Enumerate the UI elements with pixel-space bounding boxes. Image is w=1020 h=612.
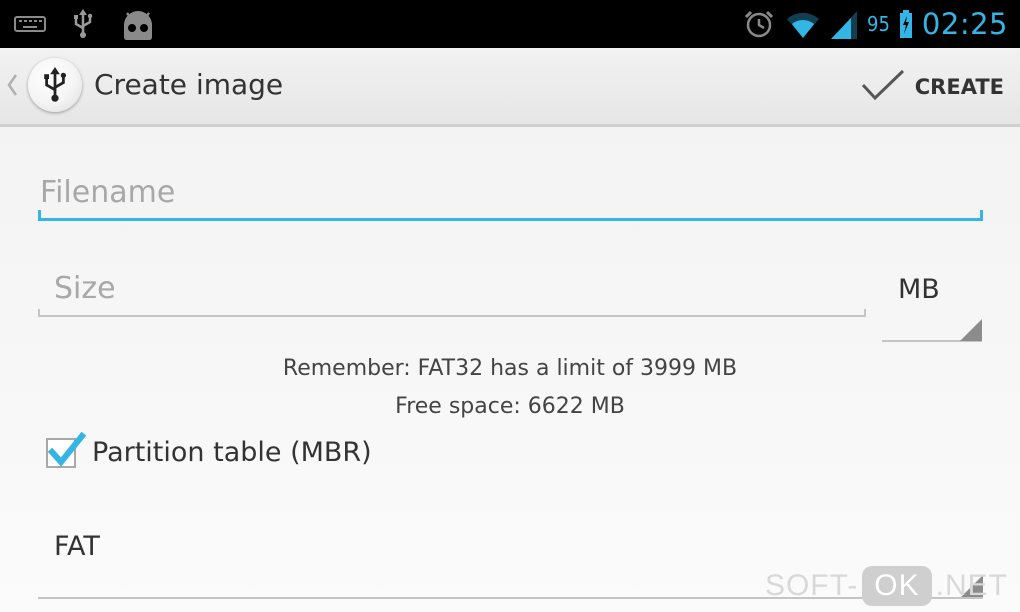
android-robot-icon bbox=[120, 7, 156, 41]
watermark-left: SOFT- bbox=[764, 569, 859, 602]
usb-icon bbox=[72, 9, 94, 39]
fat32-limit-hint: Remember: FAT32 has a limit of 3999 MB bbox=[282, 356, 738, 381]
size-underline-left-tick bbox=[38, 309, 40, 317]
app-icon-usb[interactable] bbox=[28, 58, 82, 112]
spinner-corner-icon bbox=[960, 319, 982, 341]
action-bar: Create image CREATE bbox=[0, 48, 1020, 127]
filename-underline bbox=[38, 218, 983, 221]
watermark-right: .NET bbox=[935, 569, 1008, 602]
keyboard-icon bbox=[14, 15, 46, 33]
size-unit-value: MB bbox=[898, 274, 940, 305]
checkmark-icon bbox=[861, 69, 905, 105]
signal-icon bbox=[831, 9, 858, 39]
partition-table-checkbox-row[interactable]: Partition table (MBR) bbox=[46, 431, 372, 468]
free-space-text: Free space: 6622 MB bbox=[395, 394, 625, 419]
create-image-form: MB Remember: FAT32 has a limit of 3999 M… bbox=[0, 127, 1020, 612]
partition-table-checkbox[interactable] bbox=[46, 431, 86, 468]
size-input[interactable] bbox=[54, 271, 844, 306]
filesystem-value: FAT bbox=[54, 531, 100, 562]
page-title: Create image bbox=[94, 68, 284, 101]
size-underline-right-tick bbox=[864, 309, 866, 317]
wifi-icon bbox=[785, 9, 821, 39]
filename-underline-left-tick bbox=[38, 210, 41, 221]
status-bar: 95 02:25 bbox=[0, 0, 1020, 48]
battery-icon bbox=[899, 10, 912, 38]
clock: 02:25 bbox=[921, 7, 1008, 41]
size-unit-spinner[interactable]: MB bbox=[882, 267, 982, 343]
size-field-container bbox=[54, 271, 844, 321]
create-button[interactable]: CREATE bbox=[861, 64, 1004, 110]
alarm-icon bbox=[743, 9, 775, 39]
filename-underline-right-tick bbox=[980, 210, 983, 221]
create-button-label: CREATE bbox=[914, 75, 1004, 99]
filename-input[interactable] bbox=[40, 175, 980, 210]
up-caret-icon[interactable] bbox=[6, 74, 18, 100]
watermark-middle: OK bbox=[862, 566, 932, 606]
partition-table-label: Partition table (MBR) bbox=[92, 437, 372, 468]
battery-percent: 95 bbox=[867, 12, 890, 36]
watermark: SOFT- OK .NET bbox=[765, 566, 1008, 606]
size-underline bbox=[38, 315, 866, 317]
checkmark-icon bbox=[47, 431, 86, 467]
